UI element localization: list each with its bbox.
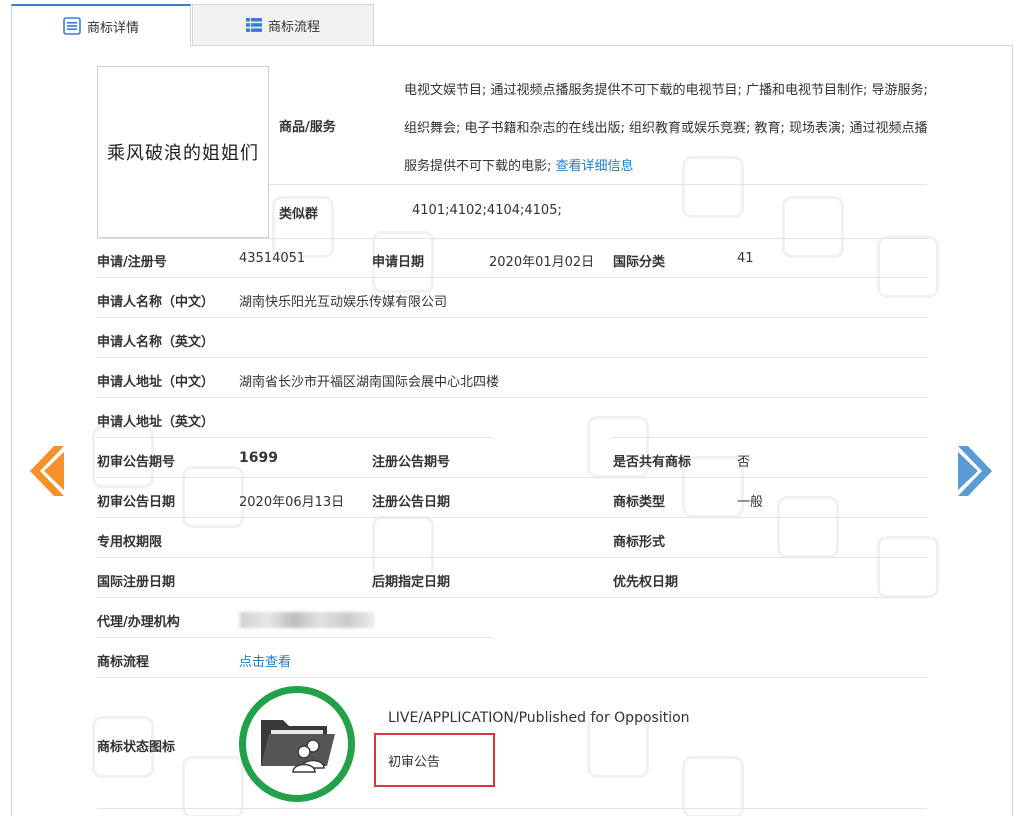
address-cn-value: 湖南省长沙市开福区湖南国际会展中心北四楼 — [239, 375, 500, 390]
prelim-date-value: 2020年06月13日 — [239, 495, 345, 510]
tab-trademark-detail[interactable]: 商标详情 — [11, 4, 191, 47]
prev-arrow[interactable] — [30, 446, 64, 500]
reg-date-label: 注册公告日期 — [372, 495, 451, 510]
divider — [97, 437, 492, 438]
similar-group-value: 4101;4102;4104;4105; — [412, 203, 562, 218]
later-designation-label: 后期指定日期 — [372, 575, 451, 590]
watermark — [182, 466, 244, 528]
tab-label: 商标详情 — [86, 20, 139, 36]
goods-text-block: 电视文娱节目; 通过视频点播服务提供不可下载的电视节目; 广播和电视节目制作; … — [404, 72, 929, 186]
reg-no-label: 申请/注册号 — [97, 255, 167, 270]
prelim-date-label: 初审公告日期 — [97, 495, 176, 510]
status-english: LIVE/APPLICATION/Published for Oppositio… — [388, 710, 690, 726]
reg-no-value: 43514051 — [239, 251, 306, 266]
mark-form-label: 商标形式 — [613, 535, 666, 550]
similar-group-label: 类似群 — [279, 207, 319, 222]
exclusive-period-label: 专用权期限 — [97, 535, 163, 550]
mark-type-label: 商标类型 — [613, 495, 666, 510]
trademark-image: 乘风破浪的姐姐们 — [97, 66, 269, 238]
intl-class-value: 41 — [737, 251, 754, 266]
divider — [97, 277, 927, 278]
agent-value-redacted — [240, 612, 374, 628]
prelim-issue-label: 初审公告期号 — [97, 455, 176, 470]
address-cn-label: 申请人地址（中文） — [97, 375, 215, 390]
intl-class-label: 国际分类 — [613, 255, 666, 270]
divider — [97, 477, 927, 478]
divider — [269, 184, 927, 185]
trademark-name: 乘风破浪的姐姐们 — [107, 143, 259, 164]
divider — [97, 357, 927, 358]
divider — [97, 677, 927, 678]
divider — [97, 808, 927, 809]
goods-text: 电视文娱节目; 通过视频点播服务提供不可下载的电视节目; 广播和电视节目制作; … — [404, 83, 928, 174]
watermark — [777, 496, 839, 558]
divider — [97, 397, 927, 398]
watermark — [682, 456, 744, 518]
process-label: 商标流程 — [97, 655, 150, 670]
apply-date-value: 2020年01月02日 — [489, 255, 595, 270]
divider — [97, 317, 927, 318]
divider — [97, 597, 927, 598]
list-icon — [245, 17, 262, 33]
tab-bar: 商标详情 商标流程 — [11, 4, 1013, 47]
next-arrow[interactable] — [958, 446, 992, 500]
agent-label: 代理/办理机构 — [97, 615, 180, 630]
watermark — [877, 536, 939, 598]
status-circle — [239, 686, 355, 802]
view-details-link[interactable]: 查看详细信息 — [556, 159, 634, 174]
status-chinese: 初审公告 — [388, 754, 441, 770]
watermark — [782, 196, 844, 258]
address-en-label: 申请人地址（英文） — [97, 415, 215, 430]
applicant-en-label: 申请人名称（英文） — [97, 335, 215, 350]
status-icon-label: 商标状态图标 — [97, 740, 176, 755]
watermark — [682, 756, 744, 816]
arrow-left-icon — [30, 446, 64, 500]
applicant-cn-label: 申请人名称（中文） — [97, 295, 215, 310]
divider — [97, 517, 927, 518]
arrow-right-icon — [958, 446, 992, 500]
intl-reg-date-label: 国际注册日期 — [97, 575, 176, 590]
tab-label: 商标流程 — [267, 19, 320, 35]
status-chinese-box: 初审公告 — [374, 733, 495, 787]
watermark — [372, 516, 434, 578]
watermark — [877, 236, 939, 298]
divider — [97, 238, 927, 239]
shared-label: 是否共有商标 — [613, 455, 692, 470]
reg-issue-label: 注册公告期号 — [372, 455, 451, 470]
applicant-cn-value: 湖南快乐阳光互动娱乐传媒有限公司 — [239, 295, 448, 310]
shared-value: 否 — [737, 455, 751, 470]
divider — [612, 437, 927, 438]
mark-type-value: 一般 — [737, 495, 764, 510]
folder-users-icon — [257, 710, 337, 778]
divider — [97, 557, 927, 558]
watermark — [182, 756, 244, 816]
priority-date-label: 优先权日期 — [613, 575, 679, 590]
list-detail-icon — [63, 17, 81, 35]
view-process-link[interactable]: 点击查看 — [239, 651, 291, 670]
goods-label: 商品/服务 — [279, 120, 336, 135]
prelim-issue-value: 1699 — [239, 450, 278, 466]
detail-panel: 乘风破浪的姐姐们 商品/服务 电视文娱节目; 通过视频点播服务提供不可下载的电视… — [11, 46, 1013, 816]
tab-trademark-process[interactable]: 商标流程 — [192, 4, 374, 46]
divider — [97, 637, 492, 638]
apply-date-label: 申请日期 — [372, 255, 425, 270]
